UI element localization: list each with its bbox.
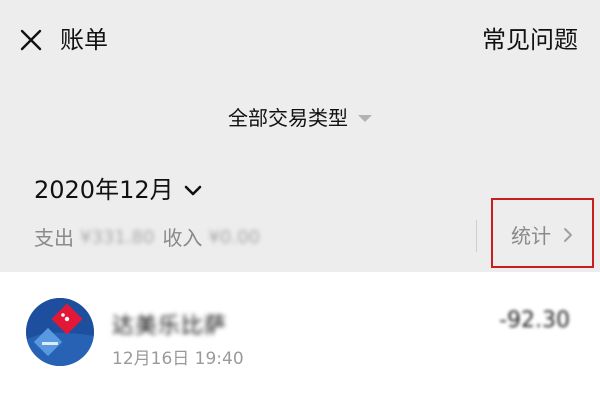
income-label: 收入	[162, 226, 203, 250]
transaction-type-filter[interactable]: 全部交易类型	[0, 80, 600, 152]
expense-label: 支出	[34, 226, 74, 250]
merchant-logo-icon	[26, 298, 94, 366]
expense-income-summary: 支出 ¥331.80 收入 ¥0.00	[34, 224, 268, 252]
page-title: 账单	[60, 26, 108, 54]
filter-label: 全部交易类型	[228, 105, 348, 130]
close-icon	[20, 29, 42, 51]
chevron-down-icon	[184, 185, 201, 196]
divider	[476, 220, 477, 252]
top-bar: 账单 常见问题	[0, 0, 600, 80]
merchant-name: 达美乐比萨	[112, 314, 228, 339]
transaction-time: 12月16日 19:40	[112, 349, 244, 369]
caret-down-icon	[358, 114, 372, 122]
month-label: 2020年12月	[34, 176, 174, 204]
transaction-list: 达美乐比萨 12月16日 19:40 -92.30	[0, 272, 600, 397]
faq-link[interactable]: 常见问题	[482, 24, 578, 56]
close-button[interactable]	[16, 25, 46, 55]
month-selector[interactable]: 2020年12月	[34, 174, 202, 206]
income-amount: ¥0.00	[208, 227, 260, 248]
expense-amount: ¥331.80	[80, 227, 155, 248]
highlight-box	[491, 198, 594, 268]
transaction-amount: -92.30	[499, 308, 570, 333]
